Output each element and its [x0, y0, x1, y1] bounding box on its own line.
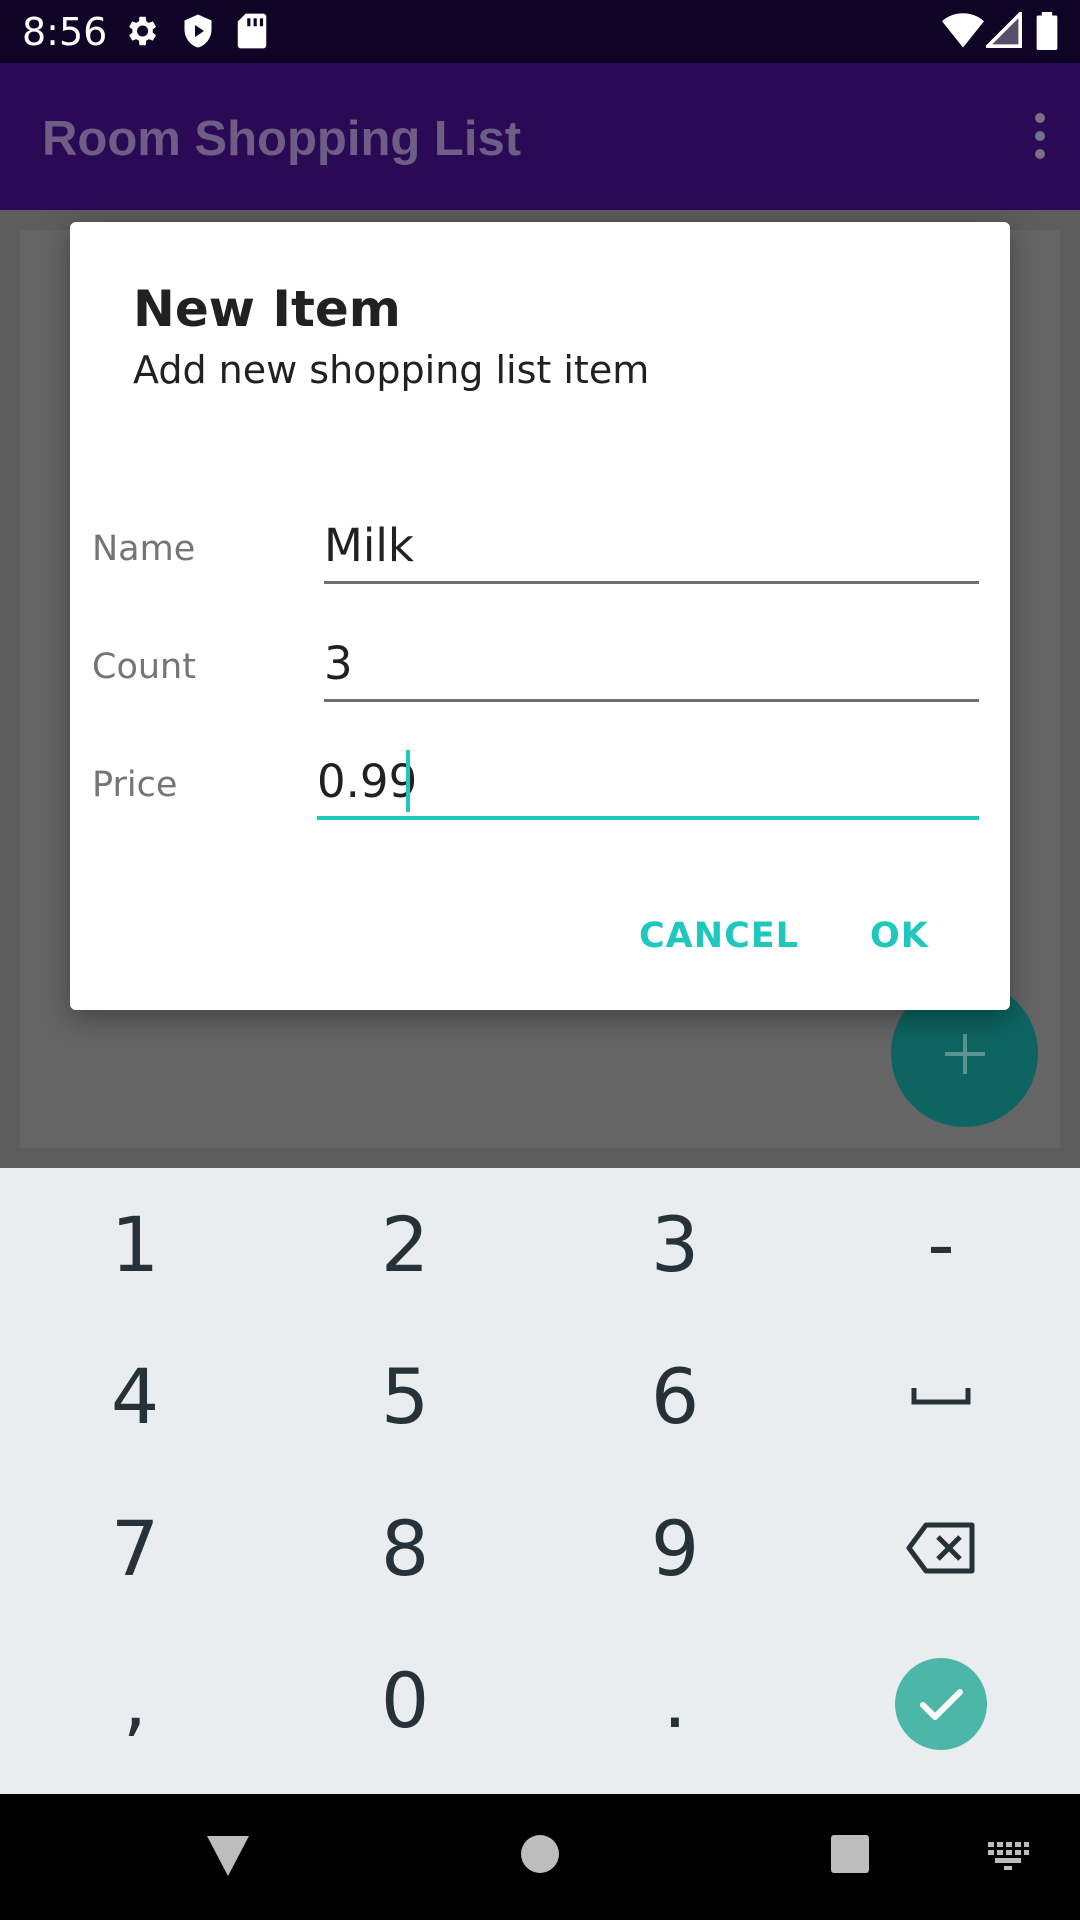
- price-field[interactable]: 0.99: [317, 755, 417, 808]
- wifi-icon: [942, 13, 984, 48]
- text-caret: [406, 750, 410, 812]
- name-label: Name: [92, 529, 196, 569]
- key-5[interactable]: 5: [270, 1320, 540, 1472]
- key-1[interactable]: 1: [0, 1168, 270, 1320]
- count-field-underline: [324, 699, 979, 702]
- more-vert-icon[interactable]: [1030, 109, 1050, 165]
- key-3[interactable]: 3: [540, 1168, 810, 1320]
- key-7[interactable]: 7: [0, 1472, 270, 1624]
- home-icon[interactable]: [520, 1834, 560, 1874]
- new-item-dialog: New Item Add new shopping list item Name…: [70, 222, 1010, 1010]
- shield-play-icon: [184, 14, 212, 48]
- status-time: 8:56: [22, 10, 108, 54]
- dialog-title: New Item: [133, 280, 401, 338]
- key-minus[interactable]: -: [806, 1168, 1076, 1320]
- name-field-underline: [324, 581, 979, 584]
- count-label: Count: [92, 647, 196, 687]
- navigation-bar: [0, 1794, 1080, 1920]
- space-icon: [911, 1388, 971, 1405]
- numeric-keyboard: 1 2 3 - 4 5 6 7 8 9 , 0 .: [0, 1168, 1080, 1794]
- signal-icon: [986, 12, 1022, 48]
- done-key[interactable]: [895, 1658, 987, 1750]
- key-9[interactable]: 9: [540, 1472, 810, 1624]
- price-field-underline: [317, 816, 979, 820]
- battery-icon: [1036, 12, 1058, 50]
- backspace-icon: [906, 1522, 975, 1574]
- app-bar: Room Shopping List: [0, 63, 1080, 210]
- back-icon[interactable]: [205, 1834, 251, 1878]
- cancel-button[interactable]: CANCEL: [639, 916, 799, 956]
- status-bar: 8:56: [0, 0, 1080, 63]
- count-field[interactable]: 3: [324, 637, 353, 690]
- done-check-icon: [920, 1689, 963, 1720]
- key-comma[interactable]: ,: [0, 1624, 270, 1776]
- price-label: Price: [92, 765, 178, 805]
- gear-icon: [129, 16, 157, 46]
- keyboard-switch-icon[interactable]: [986, 1840, 1030, 1870]
- recents-icon[interactable]: [830, 1834, 870, 1874]
- name-field[interactable]: Milk: [324, 519, 414, 572]
- key-6[interactable]: 6: [540, 1320, 810, 1472]
- key-backspace[interactable]: [806, 1472, 1076, 1624]
- key-4[interactable]: 4: [0, 1320, 270, 1472]
- key-period[interactable]: .: [540, 1624, 810, 1776]
- app-title: Room Shopping List: [42, 112, 522, 166]
- key-0[interactable]: 0: [270, 1624, 540, 1776]
- key-space[interactable]: [806, 1320, 1076, 1472]
- key-2[interactable]: 2: [270, 1168, 540, 1320]
- ok-button[interactable]: OK: [870, 916, 929, 956]
- sd-card-icon: [237, 13, 267, 49]
- dialog-subtitle: Add new shopping list item: [133, 348, 650, 392]
- key-8[interactable]: 8: [270, 1472, 540, 1624]
